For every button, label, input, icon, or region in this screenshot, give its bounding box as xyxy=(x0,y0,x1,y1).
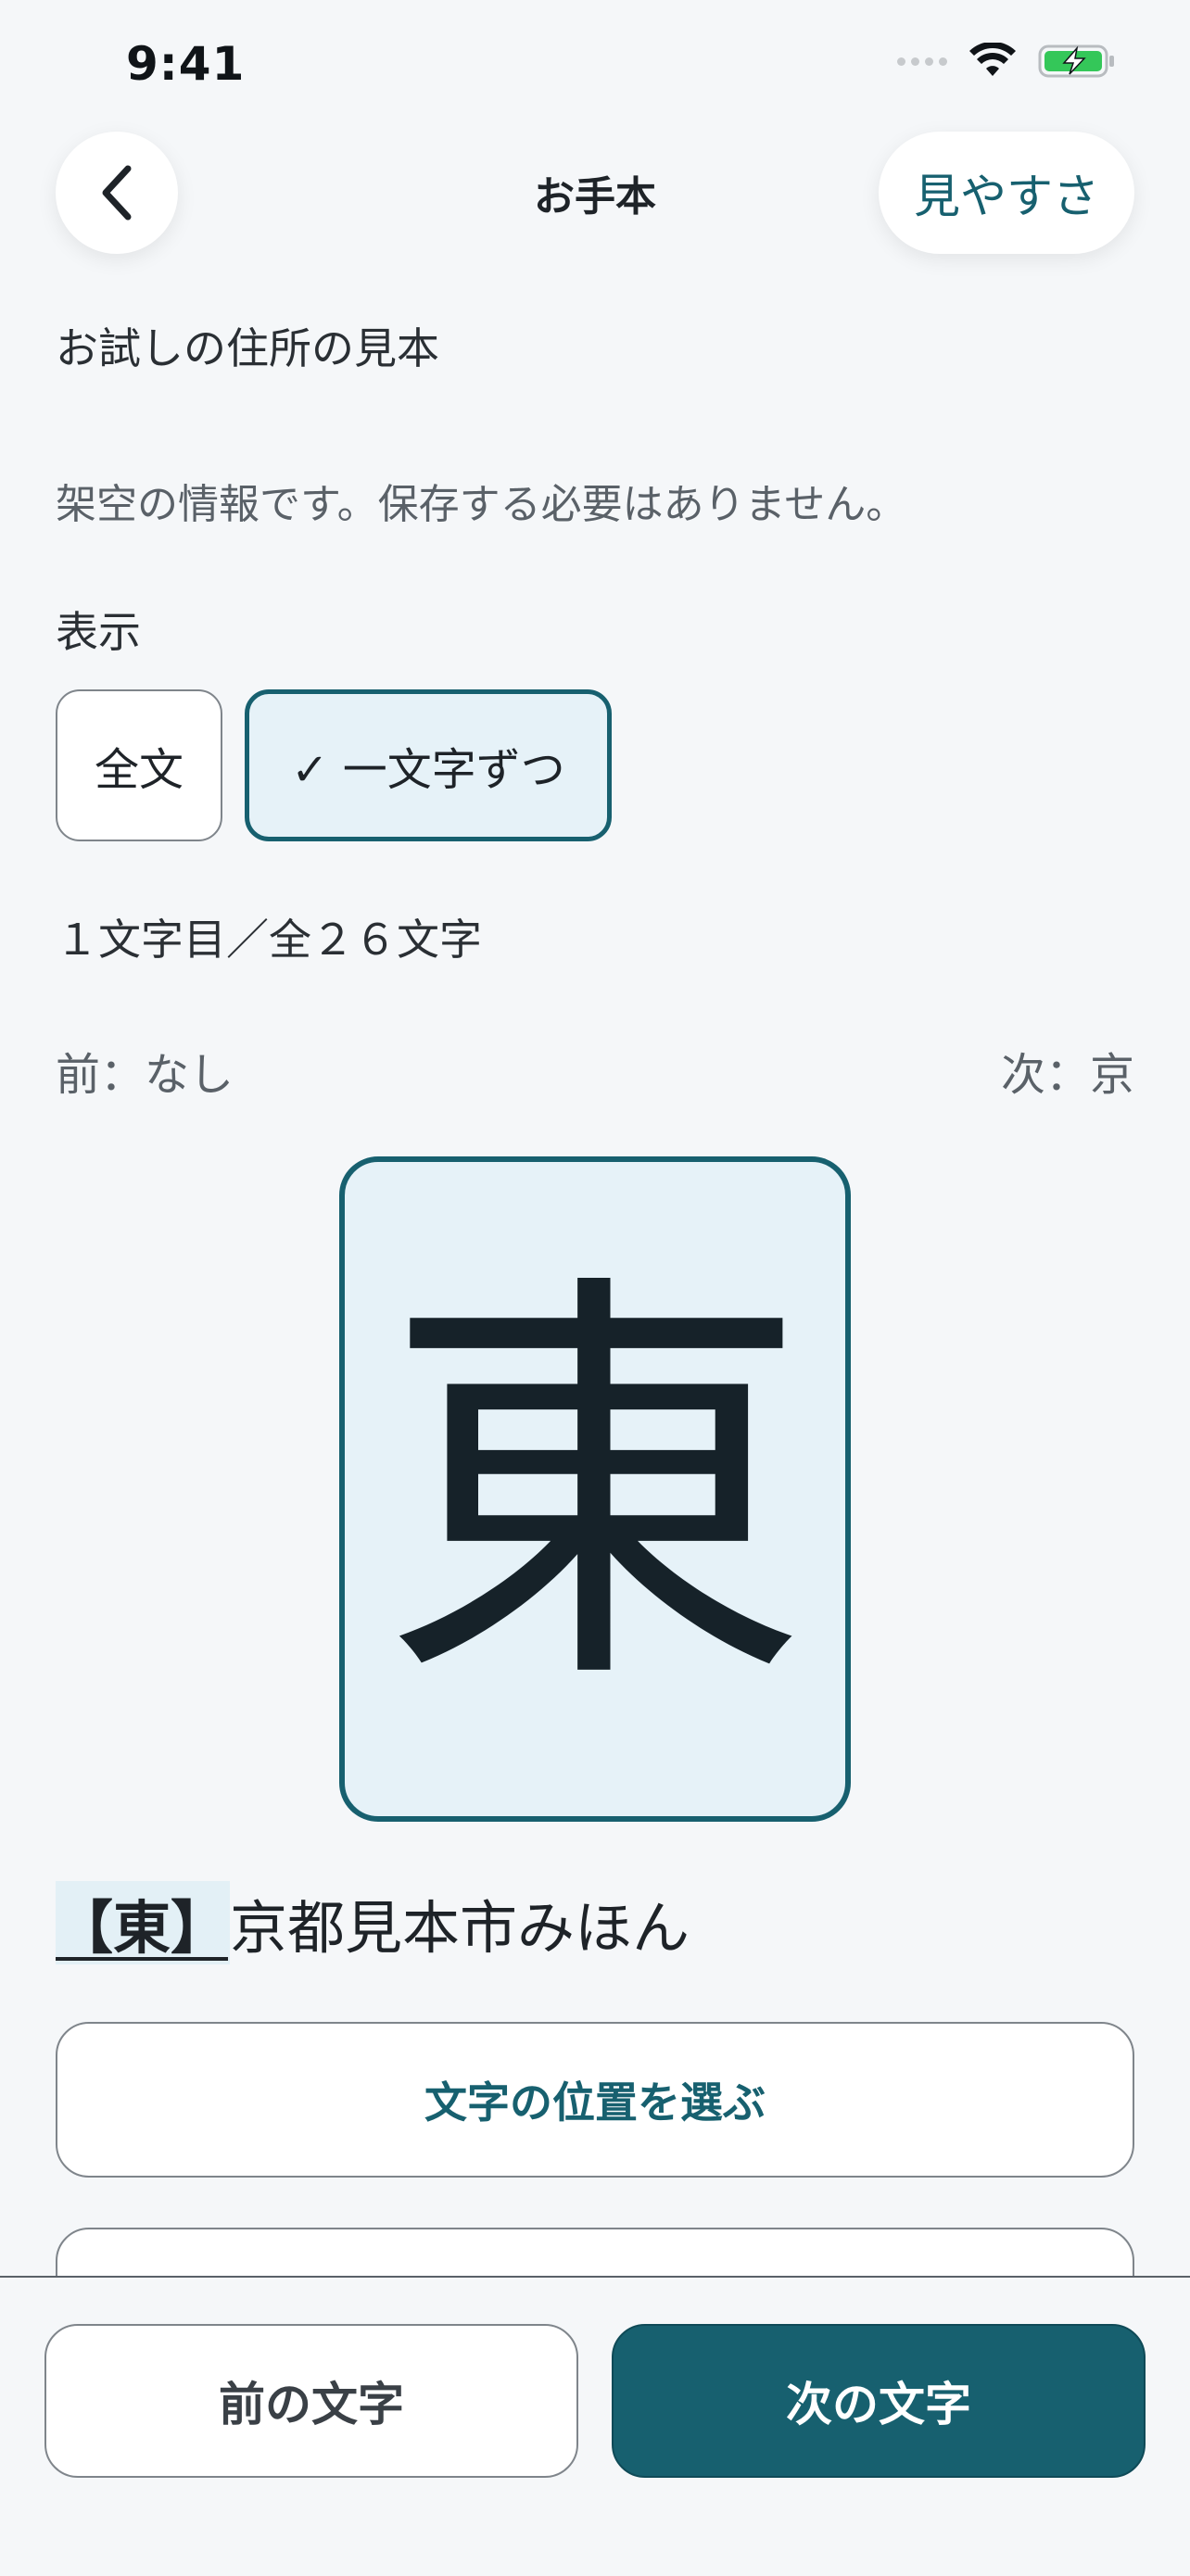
visibility-settings-button[interactable]: 見やすさ xyxy=(879,132,1134,254)
address-rest: 京都見本市みほん xyxy=(230,1894,690,1962)
mode-full-text[interactable]: 全文 xyxy=(56,689,222,841)
current-char-card: 東 xyxy=(339,1156,851,1822)
info-note: 架空の情報です。保存する必要はありません。 xyxy=(56,481,907,528)
next-char-button[interactable]: 次の文字 xyxy=(612,2324,1146,2478)
char-progress: １文字目／全２６文字 xyxy=(56,915,482,965)
status-time: 9:41 xyxy=(126,37,246,91)
section-heading: お試しの住所の見本 xyxy=(56,323,439,373)
current-char: 東 xyxy=(382,1241,808,1736)
display-label: 表示 xyxy=(56,607,141,657)
address-preview: 【東】 京都見本市みほん xyxy=(56,1881,690,1964)
cellular-signal-icon xyxy=(897,57,947,66)
wifi-icon xyxy=(969,43,1016,76)
battery-charging-icon xyxy=(1038,44,1114,78)
address-highlight: 【東】 xyxy=(56,1881,231,1964)
mode-one-by-one[interactable]: ✓ 一文字ずつ xyxy=(245,689,612,841)
select-char-position-button[interactable]: 文字の位置を選ぶ xyxy=(56,2022,1134,2178)
previous-char-button[interactable]: 前の文字 xyxy=(44,2324,578,2478)
status-icons xyxy=(897,43,1116,80)
next-char-label: 次：京 xyxy=(1000,1049,1134,1101)
previous-char-label: 前：なし xyxy=(56,1049,234,1101)
